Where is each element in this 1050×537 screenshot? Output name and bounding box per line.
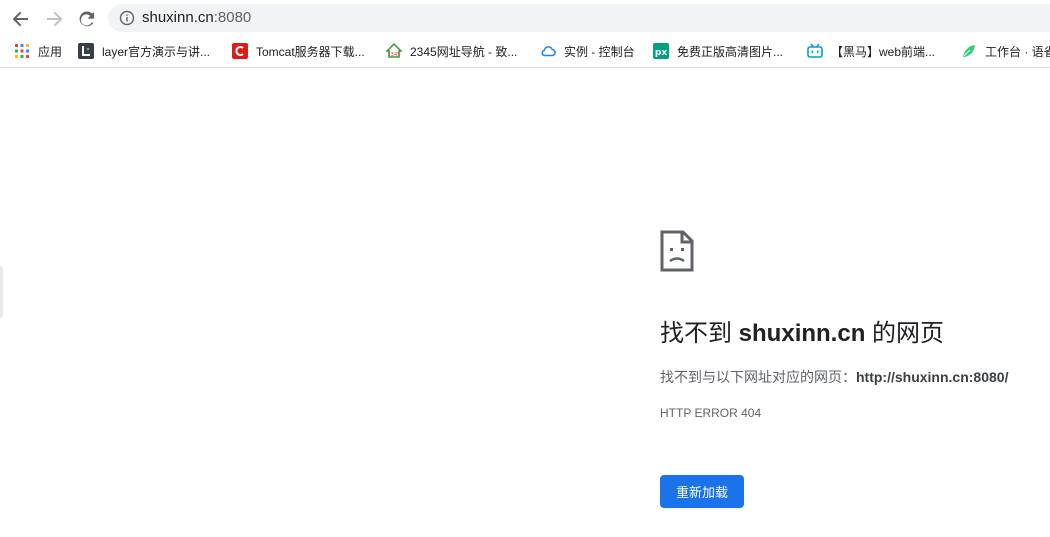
bilibili-icon xyxy=(807,43,823,59)
error-title-prefix: 找不到 xyxy=(660,320,739,347)
bookmark-label: Tomcat服务器下载... xyxy=(256,44,365,59)
side-panel-handle xyxy=(0,266,3,318)
bookmark-apps[interactable]: 应用 xyxy=(14,36,62,66)
arrow-left-icon xyxy=(12,11,28,27)
apps-grid-icon xyxy=(14,43,30,59)
svg-text:2345: 2345 xyxy=(388,52,401,58)
svg-text:px: px xyxy=(655,48,667,58)
cloud-icon xyxy=(540,43,556,59)
bookmark-layer[interactable]: layer官方演示与讲... xyxy=(78,36,210,66)
error-title-host: shuxinn.cn xyxy=(738,320,866,347)
error-description: 找不到与以下网址对应的网页：http://shuxinn.cn:8080/ xyxy=(660,366,1008,388)
refresh-icon xyxy=(79,11,95,27)
bookmark-label: 工作台 · 语雀 xyxy=(985,44,1050,59)
error-url: http://shuxinn.cn:8080/ xyxy=(856,369,1009,385)
bookmark-label: layer官方演示与讲... xyxy=(102,44,211,59)
layer-icon xyxy=(78,43,94,59)
broken-page-icon xyxy=(660,230,694,272)
back-button[interactable] xyxy=(9,7,33,31)
arrow-right-icon xyxy=(47,11,63,27)
bookmark-label: 2345网址导航 - 致... xyxy=(410,44,518,59)
bookmarks-bar: 应用 layer官方演示与讲... Tomcat服务器下载... 2345 23… xyxy=(0,36,1050,68)
tomcat-icon xyxy=(232,43,248,59)
info-icon[interactable] xyxy=(119,10,135,26)
error-code: HTTP ERROR 404 xyxy=(660,406,762,420)
bookmark-tomcat[interactable]: Tomcat服务器下载... xyxy=(232,36,365,66)
url-host: shuxinn.cn xyxy=(142,9,214,26)
pexels-icon: px xyxy=(653,43,669,59)
bookmark-label: 【黑马】web前端... xyxy=(831,44,936,59)
bookmark-console[interactable]: 实例 - 控制台 xyxy=(540,36,635,66)
2345-icon: 2345 xyxy=(386,43,402,59)
error-title: 找不到 shuxinn.cn 的网页 xyxy=(660,318,944,350)
url-port: :8080 xyxy=(213,9,252,26)
browser-toolbar: shuxinn.cn:8080 xyxy=(0,0,1050,36)
reload-browser-button[interactable] xyxy=(75,7,99,31)
address-bar[interactable]: shuxinn.cn:8080 xyxy=(108,4,1050,32)
error-desc-text: 找不到与以下网址对应的网页： xyxy=(660,369,856,385)
bookmark-yuque[interactable]: 工作台 · 语雀 xyxy=(961,36,1050,66)
bookmark-label: 应用 xyxy=(38,44,63,59)
forward-button[interactable] xyxy=(42,7,66,31)
yuque-icon xyxy=(961,43,977,59)
error-title-suffix: 的网页 xyxy=(865,320,945,347)
bookmark-heima[interactable]: 【黑马】web前端... xyxy=(807,36,935,66)
bookmark-label: 免费正版高清图片... xyxy=(677,44,784,59)
bookmark-2345[interactable]: 2345 2345网址导航 - 致... xyxy=(386,36,517,66)
url-text[interactable]: shuxinn.cn:8080 xyxy=(142,4,251,32)
bookmark-pexels[interactable]: px 免费正版高清图片... xyxy=(653,36,783,66)
reload-button[interactable]: 重新加载 xyxy=(660,475,744,508)
bookmark-label: 实例 - 控制台 xyxy=(564,44,635,59)
